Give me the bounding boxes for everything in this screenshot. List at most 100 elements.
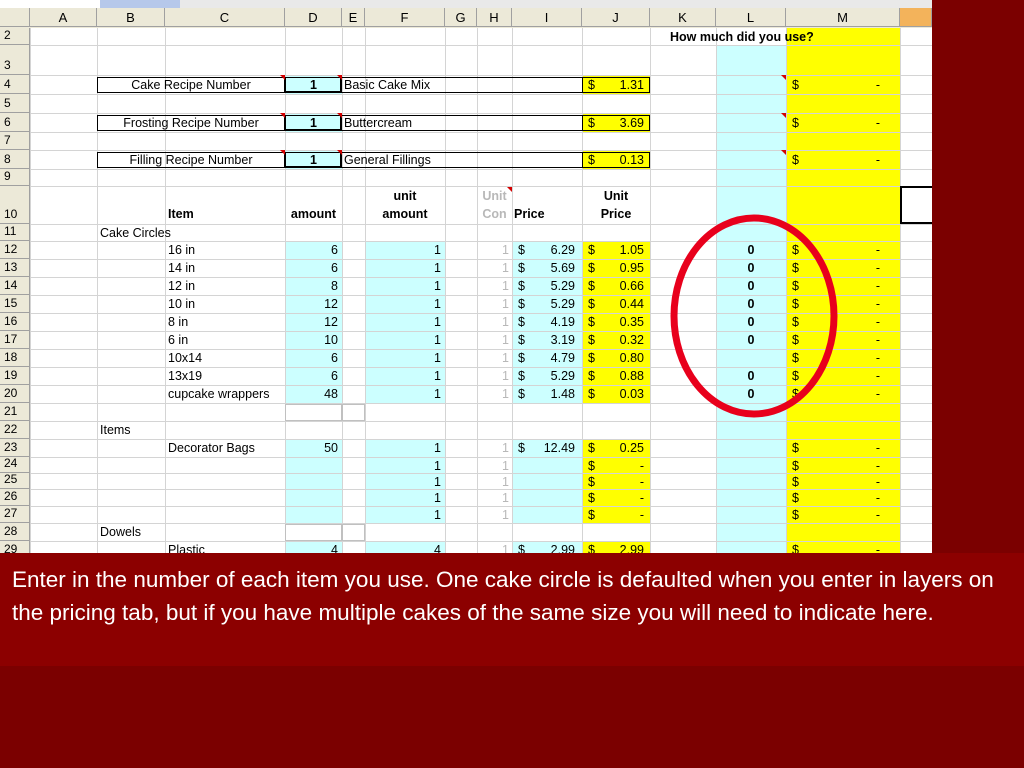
formula-bar — [0, 0, 932, 8]
item-price-23[interactable]: 12.49 — [530, 440, 575, 456]
row-header-9[interactable]: 9 — [0, 169, 30, 186]
item-used-12[interactable]: 0 — [716, 242, 786, 258]
item-unit-amount-16[interactable]: 1 — [365, 314, 441, 330]
item-used-14[interactable]: 0 — [716, 278, 786, 294]
item-unit-amount-19[interactable]: 1 — [365, 368, 441, 384]
item-price-12[interactable]: 6.29 — [530, 242, 575, 258]
row-header-26[interactable]: 26 — [0, 489, 30, 506]
row-header-5[interactable]: 5 — [0, 94, 30, 113]
row-header-10[interactable]: 10 — [0, 186, 30, 224]
empty-input-21[interactable] — [285, 404, 342, 421]
column-header-L[interactable]: L — [716, 8, 786, 27]
item-amount-15[interactable]: 12 — [285, 296, 338, 312]
recipe-number-2[interactable]: 1 — [285, 152, 342, 168]
item-unit-amount-25[interactable]: 1 — [365, 474, 441, 490]
item-amount-13[interactable]: 6 — [285, 260, 338, 276]
item-unit-amount-12[interactable]: 1 — [365, 242, 441, 258]
item-amount-16[interactable]: 12 — [285, 314, 338, 330]
empty-input-e-28[interactable] — [342, 524, 365, 541]
row-header-13[interactable]: 13 — [0, 259, 30, 277]
row-header-22[interactable]: 22 — [0, 421, 30, 439]
item-unit-amount-20[interactable]: 1 — [365, 386, 441, 402]
column-header-N[interactable] — [900, 8, 932, 27]
item-unit-amount-24[interactable]: 1 — [365, 458, 441, 474]
item-amount-23[interactable]: 50 — [285, 440, 338, 456]
item-unit-amount-27[interactable]: 1 — [365, 507, 441, 523]
item-unit-amount-17[interactable]: 1 — [365, 332, 441, 348]
selected-cell[interactable] — [900, 186, 932, 224]
item-price-16[interactable]: 4.19 — [530, 314, 575, 330]
item-amount-12[interactable]: 6 — [285, 242, 338, 258]
column-header-E[interactable]: E — [342, 8, 365, 27]
row-header-4[interactable]: 4 — [0, 75, 30, 94]
row-header-21[interactable]: 21 — [0, 403, 30, 421]
row-header-6[interactable]: 6 — [0, 113, 30, 132]
row-header-2[interactable]: 2 — [0, 28, 30, 45]
recipe-number-0[interactable]: 1 — [285, 77, 342, 93]
row-header-19[interactable]: 19 — [0, 367, 30, 385]
item-price-15[interactable]: 5.29 — [530, 296, 575, 312]
item-amount-20[interactable]: 48 — [285, 386, 338, 402]
column-header-I[interactable]: I — [512, 8, 582, 27]
item-unit-amount-23[interactable]: 1 — [365, 440, 441, 456]
column-header-G[interactable]: G — [445, 8, 477, 27]
empty-input-e-21[interactable] — [342, 404, 365, 421]
item-unit-amount-13[interactable]: 1 — [365, 260, 441, 276]
item-unit-amount-26[interactable]: 1 — [365, 490, 441, 506]
row-header-28[interactable]: 28 — [0, 523, 30, 541]
row-header-12[interactable]: 12 — [0, 241, 30, 259]
item-amount-18[interactable]: 6 — [285, 350, 338, 366]
row-header-27[interactable]: 27 — [0, 506, 30, 523]
item-price-29[interactable]: 2.99 — [530, 542, 575, 553]
item-used-16[interactable]: 0 — [716, 314, 786, 330]
name-box[interactable] — [0, 0, 100, 8]
item-used-13[interactable]: 0 — [716, 260, 786, 276]
fx-button[interactable] — [100, 0, 180, 8]
column-header-J[interactable]: J — [582, 8, 650, 27]
row-header-18[interactable]: 18 — [0, 349, 30, 367]
item-price-17[interactable]: 3.19 — [530, 332, 575, 348]
item-unit-amount-15[interactable]: 1 — [365, 296, 441, 312]
item-used-20[interactable]: 0 — [716, 386, 786, 402]
item-price-19[interactable]: 5.29 — [530, 368, 575, 384]
item-price-20[interactable]: 1.48 — [530, 386, 575, 402]
row-header-11[interactable]: 11 — [0, 224, 30, 241]
item-unit-amount-14[interactable]: 1 — [365, 278, 441, 294]
item-used-15[interactable]: 0 — [716, 296, 786, 312]
row-header-29[interactable]: 29 — [0, 541, 30, 553]
item-used-17[interactable]: 0 — [716, 332, 786, 348]
select-all-corner[interactable] — [0, 8, 30, 27]
item-price-14[interactable]: 5.29 — [530, 278, 575, 294]
item-cost-19: - — [875, 369, 880, 383]
item-unit-amount-18[interactable]: 1 — [365, 350, 441, 366]
item-price-13[interactable]: 5.69 — [530, 260, 575, 276]
item-unit-amount-29[interactable]: 4 — [365, 542, 441, 553]
column-header-K[interactable]: K — [650, 8, 716, 27]
row-header-7[interactable]: 7 — [0, 132, 30, 150]
column-header-F[interactable]: F — [365, 8, 445, 27]
empty-input-28[interactable] — [285, 524, 342, 541]
recipe-number-1[interactable]: 1 — [285, 115, 342, 131]
row-header-14[interactable]: 14 — [0, 277, 30, 295]
row-header-20[interactable]: 20 — [0, 385, 30, 403]
column-header-C[interactable]: C — [165, 8, 285, 27]
item-amount-29[interactable]: 4 — [285, 542, 338, 553]
row-header-17[interactable]: 17 — [0, 331, 30, 349]
row-header-25[interactable]: 25 — [0, 472, 30, 489]
item-amount-19[interactable]: 6 — [285, 368, 338, 384]
item-price-18[interactable]: 4.79 — [530, 350, 575, 366]
column-header-H[interactable]: H — [477, 8, 512, 27]
row-header-15[interactable]: 15 — [0, 295, 30, 313]
cell-grid[interactable]: How much did you use? Cake Recipe Number 1… — [30, 28, 932, 553]
column-header-D[interactable]: D — [285, 8, 342, 27]
item-name-20: cupcake wrappers — [168, 387, 270, 401]
column-header-A[interactable]: A — [30, 8, 97, 27]
item-used-19[interactable]: 0 — [716, 368, 786, 384]
item-amount-14[interactable]: 8 — [285, 278, 338, 294]
row-header-8[interactable]: 8 — [0, 150, 30, 169]
column-header-B[interactable]: B — [97, 8, 165, 27]
row-header-3[interactable]: 3 — [0, 45, 30, 75]
column-header-M[interactable]: M — [786, 8, 900, 27]
row-header-16[interactable]: 16 — [0, 313, 30, 331]
item-amount-17[interactable]: 10 — [285, 332, 338, 348]
